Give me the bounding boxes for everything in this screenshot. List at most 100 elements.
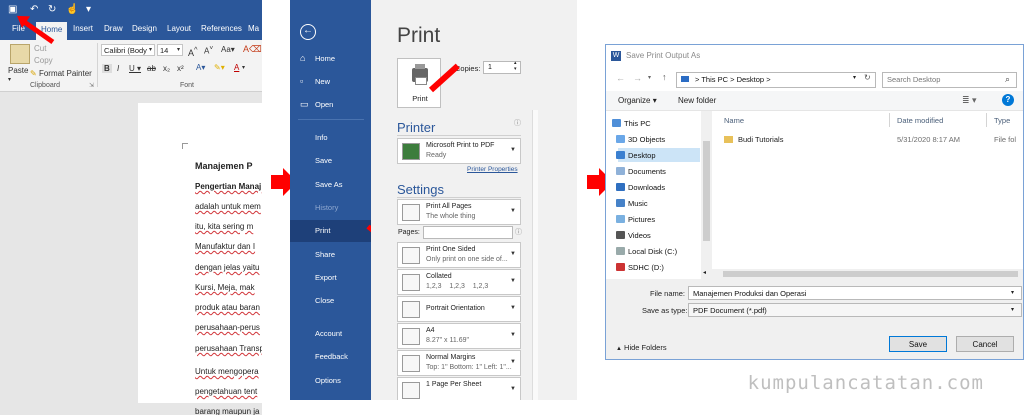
column-name[interactable]: Name — [724, 116, 744, 125]
italic-icon[interactable]: I — [117, 64, 119, 73]
pages-input[interactable] — [423, 226, 513, 239]
nav-options[interactable]: Options — [290, 370, 371, 392]
nav-save-as[interactable]: Save As — [290, 174, 371, 196]
organize-button[interactable]: Organize ▾ — [618, 96, 657, 105]
column-date[interactable]: Date modified — [897, 116, 943, 125]
text-effects-icon[interactable]: A▾ — [196, 63, 205, 72]
back-icon[interactable]: ← — [616, 73, 625, 83]
clipboard-icon[interactable] — [10, 44, 30, 64]
strikethrough-icon[interactable]: ab — [147, 64, 156, 73]
file-name-dropdown-icon[interactable]: ▾ — [1011, 289, 1014, 296]
nav-feedback[interactable]: Feedback — [290, 346, 371, 368]
new-folder-button[interactable]: New folder — [678, 96, 716, 105]
search-input[interactable]: Search Desktop — [882, 72, 1017, 88]
info-icon[interactable]: ⓘ — [514, 118, 521, 128]
column-type[interactable]: Type — [994, 116, 1010, 125]
nav-export[interactable]: Export — [290, 267, 371, 289]
save-type-dropdown-icon[interactable]: ▾ — [1011, 306, 1014, 313]
paste-button[interactable]: Paste — [8, 66, 28, 75]
nav-share[interactable]: Share — [290, 244, 371, 266]
tree-desktop[interactable]: Desktop — [616, 151, 656, 160]
recent-dropdown-icon[interactable]: ▾ — [648, 74, 651, 81]
copies-spinner-icon[interactable]: ▴ ▾ — [514, 60, 517, 72]
change-case-icon[interactable]: Aa▾ — [221, 45, 235, 54]
font-color-dropdown-icon[interactable]: ▾ — [242, 64, 245, 71]
tab-design[interactable]: Design — [132, 24, 157, 33]
nav-account[interactable]: Account — [290, 323, 371, 345]
printer-properties-link[interactable]: Printer Properties — [467, 166, 518, 173]
nav-history[interactable]: History — [290, 197, 371, 219]
bold-icon[interactable]: B — [102, 64, 112, 73]
underline-icon[interactable]: U ▾ — [129, 64, 141, 73]
search-icon[interactable]: ⌕ — [1005, 74, 1010, 85]
help-icon[interactable]: ? — [1002, 94, 1014, 106]
redo-icon[interactable]: ↻ — [48, 4, 56, 15]
tree-this-pc[interactable]: This PC — [612, 119, 651, 128]
nav-info[interactable]: Info — [290, 127, 371, 149]
tree-documents[interactable]: Documents — [616, 167, 666, 176]
back-arrow-icon[interactable]: ← — [300, 24, 316, 40]
tree-music[interactable]: Music — [616, 199, 648, 208]
superscript-icon[interactable]: x² — [177, 64, 184, 73]
tree-sdhc[interactable]: SDHC (D:) — [616, 263, 664, 272]
printer-select[interactable]: Microsoft Print to PDF Ready ▼ — [397, 138, 521, 164]
tab-draw[interactable]: Draw — [104, 24, 123, 33]
save-icon[interactable]: ▣ — [8, 4, 17, 15]
clipboard-launcher-icon[interactable]: ⇲ — [89, 82, 94, 89]
nav-new[interactable]: ▫ New — [290, 71, 371, 93]
clear-formatting-icon[interactable]: A⌫ — [243, 44, 262, 55]
margins-select[interactable]: Normal Margins Top: 1" Bottom: 1" Left: … — [397, 350, 521, 376]
file-name-input[interactable]: Manajemen Produksi dan Operasi — [688, 286, 1022, 300]
tree-pictures[interactable]: Pictures — [616, 215, 655, 224]
subscript-icon[interactable]: x₂ — [163, 64, 170, 73]
font-color-icon[interactable]: A — [234, 63, 239, 72]
undo-icon[interactable]: ↶ — [30, 4, 38, 15]
copy-button[interactable]: Copy — [34, 56, 53, 65]
tree-videos[interactable]: Videos — [616, 231, 651, 240]
print-range-select[interactable]: Print All Pages The whole thing ▼ — [397, 199, 521, 225]
tab-references[interactable]: References — [201, 24, 242, 33]
document-page[interactable]: Manajemen P Pengertian Manaj adalah untu… — [138, 103, 262, 415]
tree-3d-objects[interactable]: 3D Objects — [616, 135, 665, 144]
highlight-icon[interactable]: ✎▾ — [214, 63, 225, 72]
tab-mailings[interactable]: Ma — [248, 24, 259, 33]
nav-save[interactable]: Save — [290, 150, 371, 172]
format-painter-button[interactable]: ✎ Format Painter — [30, 69, 92, 78]
tree-local-disk[interactable]: Local Disk (C:) — [616, 247, 677, 256]
nav-close[interactable]: Close — [290, 290, 371, 312]
customize-qat-icon[interactable]: ▾ — [86, 4, 91, 15]
tab-layout[interactable]: Layout — [167, 24, 191, 33]
forward-icon[interactable]: → — [633, 73, 642, 83]
horizontal-scrollbar[interactable]: ◂ — [701, 269, 1023, 279]
nav-home[interactable]: ⌂ Home — [290, 48, 371, 70]
nav-print[interactable]: Print — [290, 220, 371, 242]
refresh-icon[interactable]: ↻ — [864, 73, 871, 82]
font-name-dropdown-icon[interactable]: ▾ — [149, 46, 152, 53]
address-dropdown-icon[interactable]: ▾ — [853, 74, 856, 81]
scroll-thumb[interactable] — [703, 141, 710, 241]
info-icon[interactable]: ⓘ — [515, 227, 522, 237]
table-row[interactable]: Budi Tutorials 5/31/2020 8:17 AM File fo… — [714, 133, 1023, 147]
up-icon[interactable]: ↑ — [662, 72, 667, 82]
tree-downloads[interactable]: Downloads — [616, 183, 665, 192]
shrink-font-icon[interactable]: A˅ — [204, 45, 213, 56]
collation-select[interactable]: Collated 1,2,3 1,2,3 1,2,3 ▼ — [397, 269, 521, 295]
sides-select[interactable]: Print One Sided Only print on one side o… — [397, 242, 521, 268]
scroll-thumb[interactable] — [723, 271, 1018, 277]
font-name-box[interactable]: Calibri (Body — [101, 44, 155, 56]
save-button[interactable]: Save — [889, 336, 947, 352]
tree-scrollbar[interactable] — [701, 111, 712, 279]
save-type-select[interactable]: PDF Document (*.pdf) — [688, 303, 1022, 317]
cancel-button[interactable]: Cancel — [956, 336, 1014, 352]
scroll-left-icon[interactable]: ◂ — [703, 269, 706, 276]
cut-button[interactable]: Cut — [34, 44, 46, 53]
path-leaf[interactable]: Desktop — [737, 75, 765, 84]
orientation-select[interactable]: Portrait Orientation ▼ — [397, 296, 521, 322]
font-size-dropdown-icon[interactable]: ▾ — [177, 46, 180, 53]
grow-font-icon[interactable]: A^ — [188, 45, 198, 58]
hide-folders-toggle[interactable]: ▲ Hide Folders — [616, 343, 667, 352]
pages-per-sheet-select[interactable]: 1 Page Per Sheet ▼ — [397, 377, 521, 400]
address-bar[interactable]: > This PC > Desktop > — [676, 72, 876, 88]
touch-mode-icon[interactable]: ☝ — [66, 4, 78, 15]
scrollbar[interactable] — [532, 110, 538, 400]
